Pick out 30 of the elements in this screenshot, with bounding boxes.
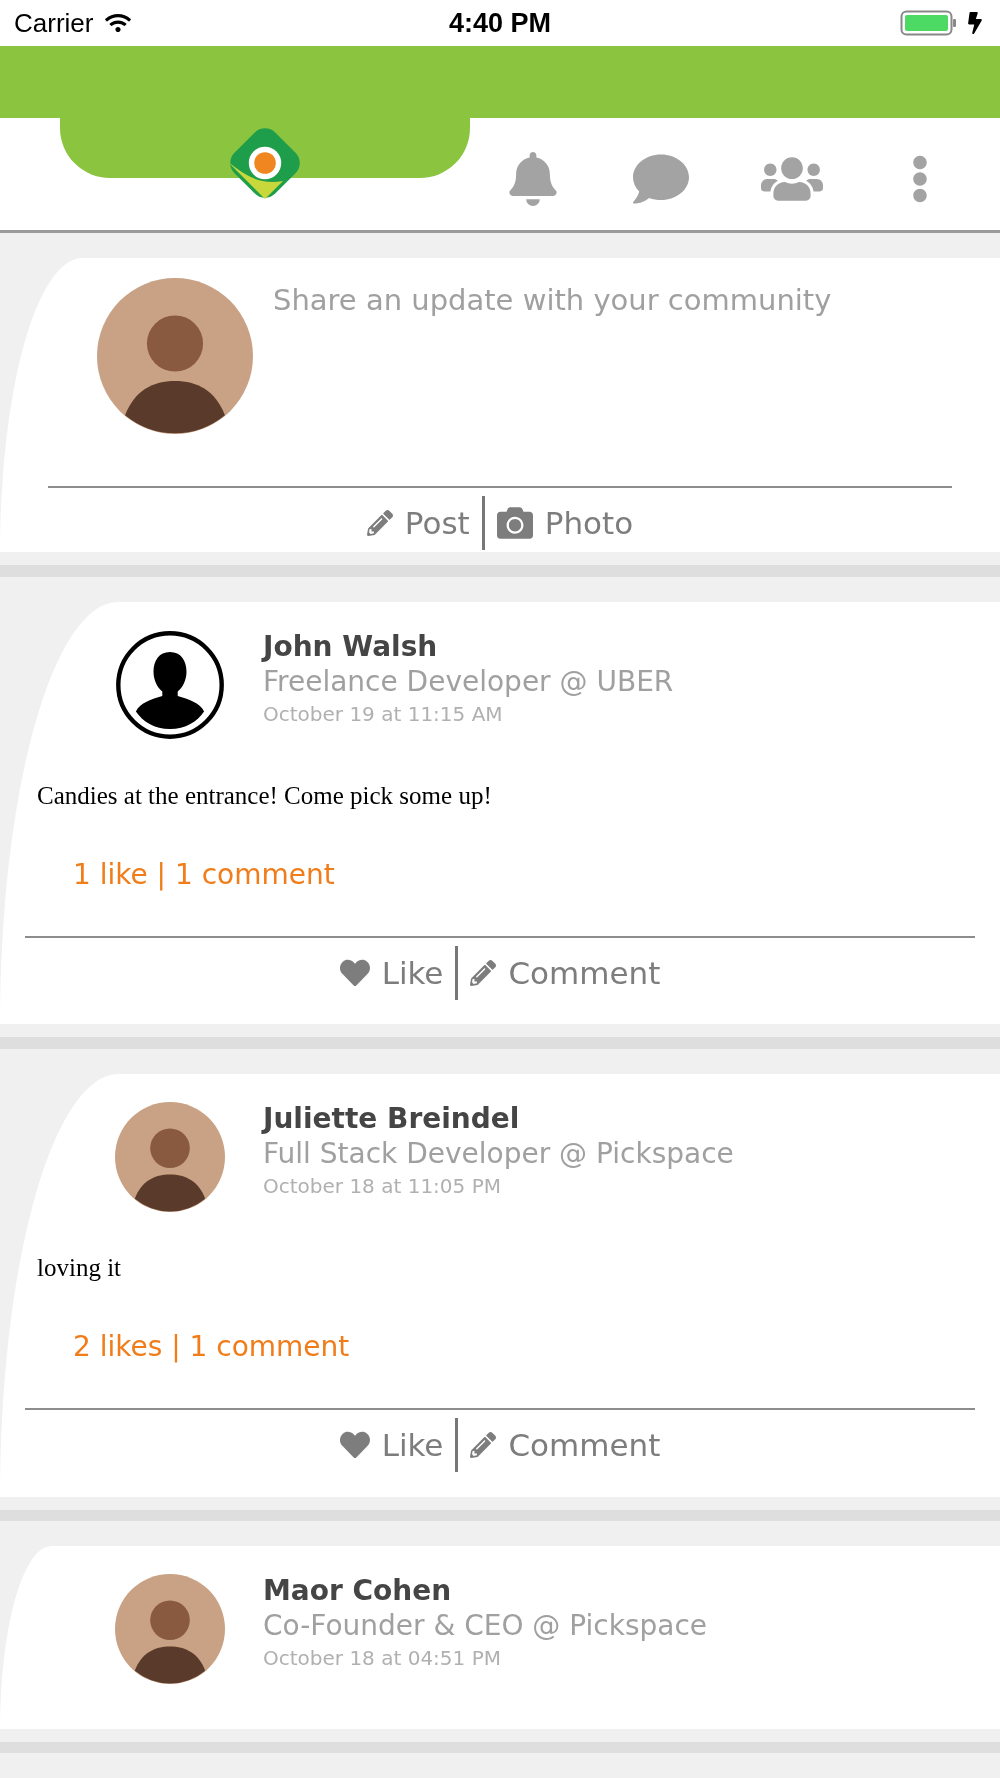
author-name: Juliette Breindel	[263, 1101, 521, 1135]
post-stats[interactable]: 1 like | 1 comment	[73, 857, 335, 936]
pencil-icon	[366, 509, 393, 536]
avatar-icon	[115, 629, 225, 740]
post-stats[interactable]: 2 likes | 1 comment	[73, 1329, 350, 1408]
update-field[interactable]: Share an update with your community	[273, 277, 893, 322]
comment-button[interactable]: Comment	[458, 945, 673, 1000]
comment-button[interactable]: Comment	[458, 1417, 673, 1472]
post-text: loving it	[37, 1253, 122, 1281]
author-headline: Full Stack Developer @ Pickspace	[263, 1136, 734, 1170]
author-headline: Freelance Developer @ UBER	[263, 664, 674, 698]
pencil-icon	[470, 959, 497, 986]
like-button[interactable]: Like	[327, 1417, 456, 1472]
author-name: Maor Cohen	[263, 1574, 453, 1608]
post-date: October 18 at 04:51 PM	[263, 1646, 502, 1671]
post-date: October 18 at 11:05 PM	[263, 1173, 502, 1198]
pencil-icon	[470, 1431, 497, 1458]
battery-icon	[900, 10, 958, 37]
heart-icon	[339, 1429, 370, 1460]
heart-icon	[339, 957, 370, 988]
clock: 4:40 PM	[448, 7, 551, 39]
post-button[interactable]: Post	[354, 495, 482, 550]
like-button[interactable]: Like	[327, 945, 456, 1000]
camera-icon	[496, 504, 533, 541]
carrier-name: Carrier	[14, 7, 94, 39]
author-name: John Walsh	[263, 629, 439, 663]
post-text: Candies at the entrance! Come pick some up!	[37, 781, 492, 809]
photo-button[interactable]: Photo	[484, 495, 646, 550]
author-headline: Co-Founder & CEO @ Pickspace	[263, 1609, 708, 1643]
post-date: October 19 at 11:15 AM	[263, 701, 504, 726]
